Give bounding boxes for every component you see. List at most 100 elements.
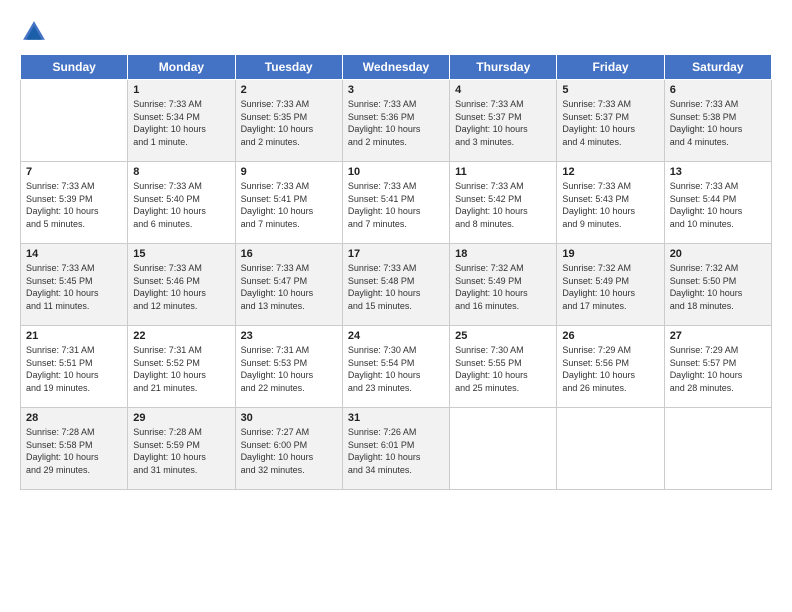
calendar-cell: 22Sunrise: 7:31 AM Sunset: 5:52 PM Dayli… [128, 326, 235, 408]
day-info: Sunrise: 7:33 AM Sunset: 5:37 PM Dayligh… [455, 98, 551, 148]
day-number: 18 [455, 248, 551, 260]
day-number: 23 [241, 330, 337, 342]
calendar-cell: 8Sunrise: 7:33 AM Sunset: 5:40 PM Daylig… [128, 162, 235, 244]
day-info: Sunrise: 7:33 AM Sunset: 5:42 PM Dayligh… [455, 180, 551, 230]
day-number: 26 [562, 330, 658, 342]
calendar-cell: 28Sunrise: 7:28 AM Sunset: 5:58 PM Dayli… [21, 408, 128, 490]
calendar-row: 21 Sunrise: 7:31 AM Sunset: 5:51 PM Dayli… [21, 326, 772, 408]
day-info: Sunrise: 7:32 AM Sunset: 5:49 PM Dayligh… [562, 262, 658, 312]
day-number: 11 [455, 166, 551, 178]
day-info: Sunrise: 7:29 AM Sunset: 5:56 PM Dayligh… [562, 344, 658, 394]
calendar-cell: 4 Sunrise: 7:33 AM Sunset: 5:37 PM Daylig… [450, 80, 557, 162]
calendar-cell: 25 Sunrise: 7:30 AM Sunset: 5:55 PM Dayli… [450, 326, 557, 408]
calendar-body: 1Sunrise: 7:33 AM Sunset: 5:34 PM Daylig… [21, 80, 772, 490]
calendar-cell: 23 Sunrise: 7:31 AM Sunset: 5:53 PM Dayli… [235, 326, 342, 408]
day-number: 25 [455, 330, 551, 342]
day-number: 7 [26, 166, 122, 178]
day-info: Sunrise: 7:33 AM Sunset: 5:43 PM Dayligh… [562, 180, 658, 230]
day-info: Sunrise: 7:33 AM Sunset: 5:47 PM Dayligh… [241, 262, 337, 312]
day-number: 16 [241, 248, 337, 260]
calendar-table: SundayMondayTuesdayWednesdayThursdayFrid… [20, 54, 772, 490]
calendar-cell: 17 Sunrise: 7:33 AM Sunset: 5:48 PM Dayli… [342, 244, 449, 326]
calendar-cell: 9 Sunrise: 7:33 AM Sunset: 5:41 PM Daylig… [235, 162, 342, 244]
day-info: Sunrise: 7:33 AM Sunset: 5:41 PM Dayligh… [348, 180, 444, 230]
calendar-cell: 11 Sunrise: 7:33 AM Sunset: 5:42 PM Dayli… [450, 162, 557, 244]
day-number: 3 [348, 84, 444, 96]
day-number: 21 [26, 330, 122, 342]
day-number: 13 [670, 166, 766, 178]
calendar-cell: 26 Sunrise: 7:29 AM Sunset: 5:56 PM Dayli… [557, 326, 664, 408]
calendar-cell: 13 Sunrise: 7:33 AM Sunset: 5:44 PM Dayli… [664, 162, 771, 244]
day-info: Sunrise: 7:32 AM Sunset: 5:50 PM Dayligh… [670, 262, 766, 312]
calendar-row: 14 Sunrise: 7:33 AM Sunset: 5:45 PM Dayli… [21, 244, 772, 326]
logo-icon [20, 18, 48, 46]
day-number: 9 [241, 166, 337, 178]
calendar-cell: 14 Sunrise: 7:33 AM Sunset: 5:45 PM Dayli… [21, 244, 128, 326]
calendar-cell: 31 Sunrise: 7:26 AM Sunset: 6:01 PM Dayli… [342, 408, 449, 490]
calendar-cell: 7 Sunrise: 7:33 AM Sunset: 5:39 PM Daylig… [21, 162, 128, 244]
day-info: Sunrise: 7:27 AM Sunset: 6:00 PM Dayligh… [241, 426, 337, 476]
calendar-header: SundayMondayTuesdayWednesdayThursdayFrid… [21, 55, 772, 80]
calendar-cell: 2Sunrise: 7:33 AM Sunset: 5:35 PM Daylig… [235, 80, 342, 162]
day-number: 14 [26, 248, 122, 260]
day-info: Sunrise: 7:33 AM Sunset: 5:41 PM Dayligh… [241, 180, 337, 230]
day-number: 29 [133, 412, 229, 424]
header-day: Sunday [21, 55, 128, 80]
day-number: 12 [562, 166, 658, 178]
calendar-cell [557, 408, 664, 490]
day-number: 20 [670, 248, 766, 260]
day-info: Sunrise: 7:33 AM Sunset: 5:39 PM Dayligh… [26, 180, 122, 230]
header-day: Wednesday [342, 55, 449, 80]
header-day: Friday [557, 55, 664, 80]
day-info: Sunrise: 7:33 AM Sunset: 5:44 PM Dayligh… [670, 180, 766, 230]
calendar-cell: 1Sunrise: 7:33 AM Sunset: 5:34 PM Daylig… [128, 80, 235, 162]
day-info: Sunrise: 7:31 AM Sunset: 5:53 PM Dayligh… [241, 344, 337, 394]
day-info: Sunrise: 7:26 AM Sunset: 6:01 PM Dayligh… [348, 426, 444, 476]
day-number: 31 [348, 412, 444, 424]
calendar-row: 28Sunrise: 7:28 AM Sunset: 5:58 PM Dayli… [21, 408, 772, 490]
calendar-cell: 29 Sunrise: 7:28 AM Sunset: 5:59 PM Dayli… [128, 408, 235, 490]
calendar-cell: 18 Sunrise: 7:32 AM Sunset: 5:49 PM Dayli… [450, 244, 557, 326]
day-info: Sunrise: 7:33 AM Sunset: 5:37 PM Dayligh… [562, 98, 658, 148]
day-info: Sunrise: 7:33 AM Sunset: 5:40 PM Dayligh… [133, 180, 229, 230]
header-day: Monday [128, 55, 235, 80]
calendar-cell: 30 Sunrise: 7:27 AM Sunset: 6:00 PM Dayli… [235, 408, 342, 490]
calendar-cell: 19 Sunrise: 7:32 AM Sunset: 5:49 PM Dayli… [557, 244, 664, 326]
calendar-cell: 6Sunrise: 7:33 AM Sunset: 5:38 PM Daylig… [664, 80, 771, 162]
calendar-cell: 24 Sunrise: 7:30 AM Sunset: 5:54 PM Dayli… [342, 326, 449, 408]
day-info: Sunrise: 7:33 AM Sunset: 5:45 PM Dayligh… [26, 262, 122, 312]
day-number: 22 [133, 330, 229, 342]
calendar-cell [664, 408, 771, 490]
header-day: Tuesday [235, 55, 342, 80]
day-info: Sunrise: 7:32 AM Sunset: 5:49 PM Dayligh… [455, 262, 551, 312]
header-row: SundayMondayTuesdayWednesdayThursdayFrid… [21, 55, 772, 80]
calendar-cell: 20 Sunrise: 7:32 AM Sunset: 5:50 PM Dayli… [664, 244, 771, 326]
day-number: 24 [348, 330, 444, 342]
day-number: 27 [670, 330, 766, 342]
day-number: 2 [241, 84, 337, 96]
day-info: Sunrise: 7:33 AM Sunset: 5:36 PM Dayligh… [348, 98, 444, 148]
day-number: 17 [348, 248, 444, 260]
day-info: Sunrise: 7:30 AM Sunset: 5:55 PM Dayligh… [455, 344, 551, 394]
header-day: Thursday [450, 55, 557, 80]
logo [20, 18, 52, 46]
day-info: Sunrise: 7:30 AM Sunset: 5:54 PM Dayligh… [348, 344, 444, 394]
day-info: Sunrise: 7:33 AM Sunset: 5:46 PM Dayligh… [133, 262, 229, 312]
day-number: 10 [348, 166, 444, 178]
day-info: Sunrise: 7:31 AM Sunset: 5:51 PM Dayligh… [26, 344, 122, 394]
calendar-cell: 15Sunrise: 7:33 AM Sunset: 5:46 PM Dayli… [128, 244, 235, 326]
day-number: 5 [562, 84, 658, 96]
page: SundayMondayTuesdayWednesdayThursdayFrid… [0, 0, 792, 612]
calendar-cell [450, 408, 557, 490]
day-number: 19 [562, 248, 658, 260]
day-number: 30 [241, 412, 337, 424]
calendar-cell: 10 Sunrise: 7:33 AM Sunset: 5:41 PM Dayli… [342, 162, 449, 244]
calendar-cell: 3 Sunrise: 7:33 AM Sunset: 5:36 PM Daylig… [342, 80, 449, 162]
day-info: Sunrise: 7:33 AM Sunset: 5:48 PM Dayligh… [348, 262, 444, 312]
day-number: 28 [26, 412, 122, 424]
day-info: Sunrise: 7:33 AM Sunset: 5:38 PM Dayligh… [670, 98, 766, 148]
day-number: 4 [455, 84, 551, 96]
day-info: Sunrise: 7:29 AM Sunset: 5:57 PM Dayligh… [670, 344, 766, 394]
day-info: Sunrise: 7:28 AM Sunset: 5:59 PM Dayligh… [133, 426, 229, 476]
day-info: Sunrise: 7:33 AM Sunset: 5:34 PM Dayligh… [133, 98, 229, 148]
